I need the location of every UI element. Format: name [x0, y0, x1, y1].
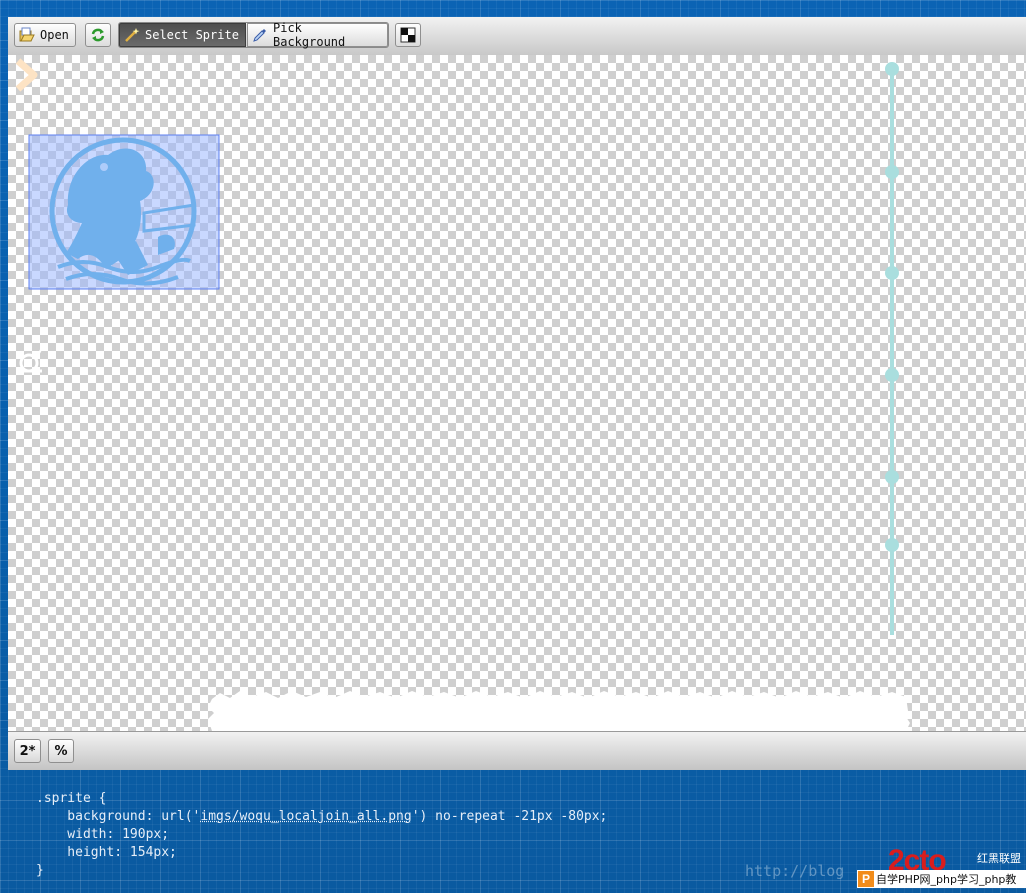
zoom-2x-button[interactable]: 2*	[14, 739, 41, 763]
open-button[interactable]: Open	[14, 23, 76, 47]
timeline-sprite	[885, 62, 899, 635]
torn-paper-sprite	[208, 691, 910, 731]
magic-wand-icon	[124, 27, 140, 43]
pick-background-label: Pick Background	[273, 21, 346, 49]
folder-open-icon	[19, 27, 35, 43]
css-background-prefix: background: url('	[36, 809, 201, 824]
css-closing-brace: }	[36, 863, 44, 878]
watermark-bar: P 自学PHP网_php学习_php教	[857, 870, 1026, 888]
css-height-line: height: 154px;	[36, 845, 177, 860]
refresh-icon	[90, 27, 106, 43]
sprite-selection-rect[interactable]	[28, 134, 220, 290]
css-width-line: width: 190px;	[36, 827, 170, 842]
refresh-button[interactable]	[85, 23, 111, 47]
eyedropper-icon	[252, 27, 268, 43]
css-background-suffix: ') no-repeat -21px -80px;	[411, 809, 608, 824]
watermark-logo-cn: 红黑联盟	[977, 852, 1021, 865]
pick-background-button[interactable]: Pick Background	[247, 21, 388, 49]
top-toolbar: Open Select Sprite Pick Background	[8, 17, 1026, 56]
watermark-url: http://blog	[745, 862, 845, 880]
watermark-bar-text: 自学PHP网_php学习_php教	[876, 873, 1017, 886]
sprite-canvas[interactable]	[8, 55, 1026, 731]
select-sprite-button[interactable]: Select Sprite	[119, 23, 246, 47]
chevron-icon	[15, 58, 38, 92]
sprite-tool-window: Open Select Sprite Pick Background 2* %	[8, 17, 1026, 770]
select-sprite-label: Select Sprite	[145, 28, 239, 42]
css-output: .sprite { background: url('imgs/woqu_loc…	[36, 790, 607, 880]
php-logo-icon: P	[858, 871, 874, 887]
toggle-background-button[interactable]	[395, 23, 421, 47]
checker-bg-icon	[400, 27, 416, 43]
css-background-line: background: url('imgs/woqu_localjoin_all…	[36, 808, 607, 826]
snail-icon	[18, 347, 43, 373]
css-image-path: imgs/woqu_localjoin_all.png	[200, 809, 412, 824]
css-selector-line: .sprite {	[36, 791, 107, 806]
bottom-toolbar: 2* %	[8, 731, 1026, 770]
sprite-sheet	[15, 58, 910, 731]
percent-button[interactable]: %	[48, 739, 74, 763]
open-button-label: Open	[40, 28, 69, 42]
